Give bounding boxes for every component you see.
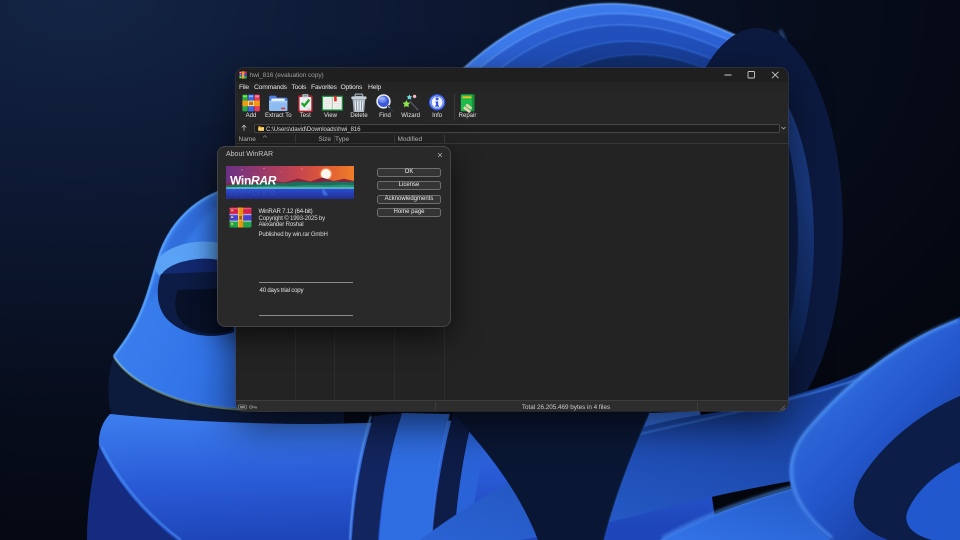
svg-text:WinRAR: WinRAR bbox=[230, 184, 277, 198]
